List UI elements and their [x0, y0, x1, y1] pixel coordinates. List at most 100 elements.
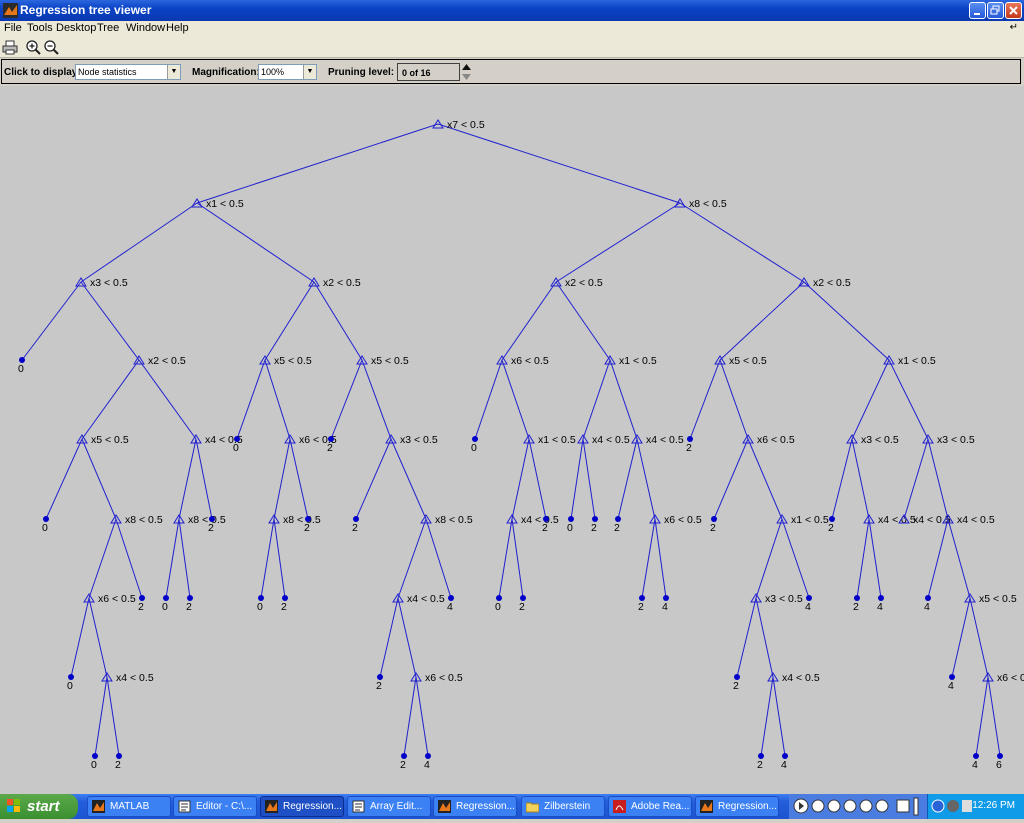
close-button[interactable]	[1005, 2, 1022, 19]
tree-canvas: x7 < 0.5 x1 < 0.5 x8 < 0.5 x3 < 0.5 x2 < 0.5…	[0, 86, 1024, 794]
leaf-label: 2	[542, 522, 548, 534]
tree-edge	[975, 676, 989, 757]
tree-edge	[45, 438, 83, 520]
tree-edge	[781, 518, 810, 599]
tree-edge	[397, 597, 417, 678]
adobe-reader-icon	[613, 800, 626, 813]
tree-edge	[719, 359, 749, 440]
tree-edge	[772, 676, 786, 757]
tree-edge	[570, 438, 584, 520]
tree-edge	[736, 597, 757, 678]
split-label: x4 < 0.5	[957, 514, 995, 526]
taskbar-button[interactable]: Zilberstein	[521, 796, 605, 817]
pruning-level-value: 0 of 16	[402, 68, 431, 78]
display-controls-panel: Click to display: Node statistics ▼ Magn…	[1, 59, 1021, 84]
leaf-label: 2	[828, 522, 834, 534]
leaf-label: 0	[91, 759, 97, 771]
magnification-label: Magnification:	[192, 67, 260, 78]
zoom-in-icon[interactable]	[25, 39, 41, 55]
title-bar: Regression tree viewer	[0, 0, 1024, 21]
tree-edge	[178, 438, 197, 520]
zoom-out-icon[interactable]	[43, 39, 59, 55]
tree-edge	[927, 438, 949, 520]
split-label: x2 < 0.5	[813, 277, 851, 289]
taskbar-button-label: Array Edit...	[370, 801, 423, 812]
leaf-label: 0	[257, 601, 263, 613]
taskbar-button[interactable]: Adobe Rea...	[608, 796, 692, 817]
leaf-label: 4	[948, 680, 954, 692]
leaf-label: 4	[447, 601, 453, 613]
tree-edge	[582, 359, 611, 440]
split-label: x1 < 0.5	[791, 514, 829, 526]
split-label: x4 < 0.5	[407, 593, 445, 605]
menu-window[interactable]: Window	[126, 22, 165, 34]
tree-edge	[719, 281, 805, 361]
tree-edge	[987, 676, 1001, 757]
menu-tree[interactable]: Tree	[97, 22, 119, 34]
tree-edge	[273, 438, 291, 520]
start-button[interactable]: start	[0, 794, 78, 819]
split-label: x4 < 0.5	[521, 514, 559, 526]
split-label: x8 < 0.5	[283, 514, 321, 526]
taskbar-button[interactable]: MATLAB	[87, 796, 171, 817]
restore-button[interactable]	[987, 2, 1004, 19]
matlab-icon	[92, 800, 105, 813]
leaf-label: 2	[115, 759, 121, 771]
tree-edge	[273, 518, 286, 599]
tree-edge	[555, 202, 681, 283]
pruning-level-spinner[interactable]	[461, 62, 472, 82]
magnification-select[interactable]: 100% ▼	[258, 64, 317, 80]
tree-edge	[474, 359, 503, 440]
split-label: x1 < 0.5	[538, 434, 576, 446]
dock-arrow-icon[interactable]: ↵	[1010, 22, 1018, 33]
taskbar-button-label: Editor - C:\...	[196, 801, 253, 812]
start-label: start	[27, 798, 60, 815]
split-label: x1 < 0.5	[898, 355, 936, 367]
tree-edge	[803, 281, 890, 361]
taskbar-button[interactable]: Editor - C:\...	[173, 796, 257, 817]
tree-edge	[636, 438, 656, 520]
menu-help[interactable]: Help	[166, 22, 189, 34]
tree-edge	[178, 518, 191, 599]
tree-edge	[355, 438, 392, 520]
taskbar: start MATLAB Editor - C:\... Regression...…	[0, 794, 1024, 819]
split-label: x4 < 0.5	[646, 434, 684, 446]
menu-tools[interactable]: Tools	[27, 22, 53, 34]
leaf-label: 2	[281, 601, 287, 613]
media-controls-icon[interactable]	[789, 794, 927, 819]
taskbar-button[interactable]: Regression...	[433, 796, 517, 817]
minimize-button[interactable]	[969, 2, 986, 19]
tree-edge	[654, 518, 667, 599]
leaf-label: 2	[710, 522, 716, 534]
split-label: x8 < 0.5	[689, 198, 727, 210]
tree-edge	[196, 123, 439, 204]
split-label: x6 < 0.5	[664, 514, 702, 526]
print-icon[interactable]	[2, 39, 18, 55]
taskbar-button[interactable]: Array Edit...	[347, 796, 431, 817]
tree-edge	[236, 359, 266, 440]
menu-file[interactable]: File	[4, 22, 22, 34]
tree-edge	[80, 281, 140, 361]
leaf-label: 4	[781, 759, 787, 771]
split-label: x4 < 0.5	[116, 672, 154, 684]
tree-edge	[868, 518, 882, 599]
split-label: x5 < 0.5	[274, 355, 312, 367]
taskbar-button[interactable]: Regression...	[695, 796, 779, 817]
tree-edge	[313, 281, 363, 361]
chevron-down-icon[interactable]: ▼	[167, 65, 180, 79]
click-to-display-select[interactable]: Node statistics ▼	[75, 64, 181, 80]
split-label: x5 < 0.5	[91, 434, 129, 446]
split-label: x5 < 0.5	[979, 593, 1017, 605]
tree-edge	[361, 359, 392, 440]
split-label: x8 < 0.5	[435, 514, 473, 526]
chevron-down-icon[interactable]: ▼	[303, 65, 316, 79]
tree-edge	[415, 676, 429, 757]
windows-logo-icon	[7, 799, 20, 812]
matlab-icon	[700, 800, 713, 813]
tree-edge	[397, 518, 427, 599]
system-tray: 12:26 PM	[927, 794, 1024, 819]
regression-tree: x7 < 0.5 x1 < 0.5 x8 < 0.5 x3 < 0.5 x2 < 0.5…	[18, 119, 1024, 771]
split-label: x4 < 0.5	[878, 514, 916, 526]
taskbar-button[interactable]: Regression...	[260, 796, 344, 817]
menu-desktop[interactable]: Desktop	[56, 22, 96, 34]
